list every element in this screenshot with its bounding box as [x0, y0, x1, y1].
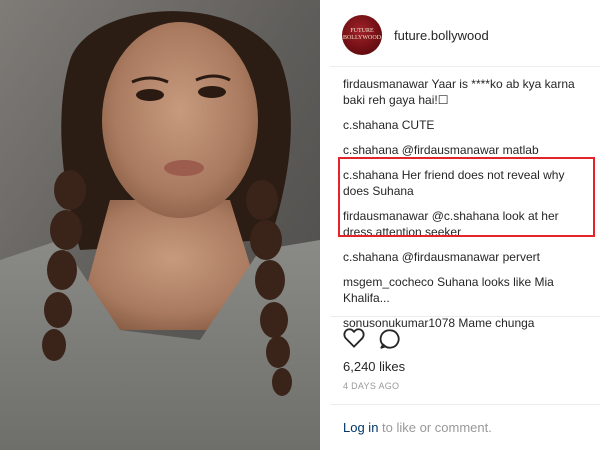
comment-item: firdausmanawar @c.shahana look at her dr… — [343, 208, 591, 240]
post-username[interactable]: future.bollywood — [394, 28, 489, 43]
comment-item: c.shahana Her friend does not reveal why… — [343, 167, 591, 199]
comment-username[interactable]: c.shahana — [343, 118, 398, 132]
like-count: 6,240 likes — [343, 359, 406, 374]
comment-username[interactable]: msgem_cocheco — [343, 275, 434, 289]
comment-bubble-icon[interactable] — [379, 328, 401, 355]
post-sidebar: FUTURE BOLLYWOOD future.bollywood firdau… — [330, 0, 600, 450]
comment-username[interactable]: c.shahana — [343, 250, 398, 264]
avatar[interactable]: FUTURE BOLLYWOOD — [342, 15, 382, 55]
comment-text: @firdausmanawar matlab — [401, 143, 539, 157]
login-link[interactable]: Log in — [343, 420, 378, 435]
post-photo — [0, 0, 320, 450]
comment-item: c.shahana @firdausmanawar matlab — [343, 142, 591, 158]
header-divider — [330, 66, 600, 67]
comment-username[interactable]: firdausmanawar — [343, 77, 428, 91]
heart-icon[interactable] — [343, 328, 365, 355]
action-bar — [343, 328, 401, 355]
post-header: FUTURE BOLLYWOOD future.bollywood — [342, 15, 592, 55]
actions-divider — [330, 316, 600, 317]
login-prompt: Log in to like or comment. — [343, 420, 492, 435]
comment-username[interactable]: c.shahana — [343, 168, 398, 182]
comment-item: firdausmanawar Yaar is ****ko ab kya kar… — [343, 76, 591, 108]
avatar-text-line-2: BOLLYWOOD — [342, 35, 382, 41]
comment-item: c.shahana @firdausmanawar pervert — [343, 249, 591, 265]
comment-username[interactable]: c.shahana — [343, 143, 398, 157]
comment-item: msgem_cocheco Suhana looks like Mia Khal… — [343, 274, 591, 306]
comment-text: CUTE — [401, 118, 435, 132]
comment-text: @firdausmanawar pervert — [401, 250, 540, 264]
login-prompt-text: to like or comment. — [378, 420, 492, 435]
comment-list: firdausmanawar Yaar is ****ko ab kya kar… — [343, 76, 598, 340]
avatar-text-line-1: FUTURE — [350, 28, 374, 34]
post-timestamp: 4 DAYS AGO — [343, 381, 400, 391]
login-divider — [330, 404, 600, 405]
comment-text: Mame chunga — [458, 316, 535, 330]
comment-username[interactable]: firdausmanawar — [343, 209, 428, 223]
comment-item: c.shahana CUTE — [343, 117, 591, 133]
